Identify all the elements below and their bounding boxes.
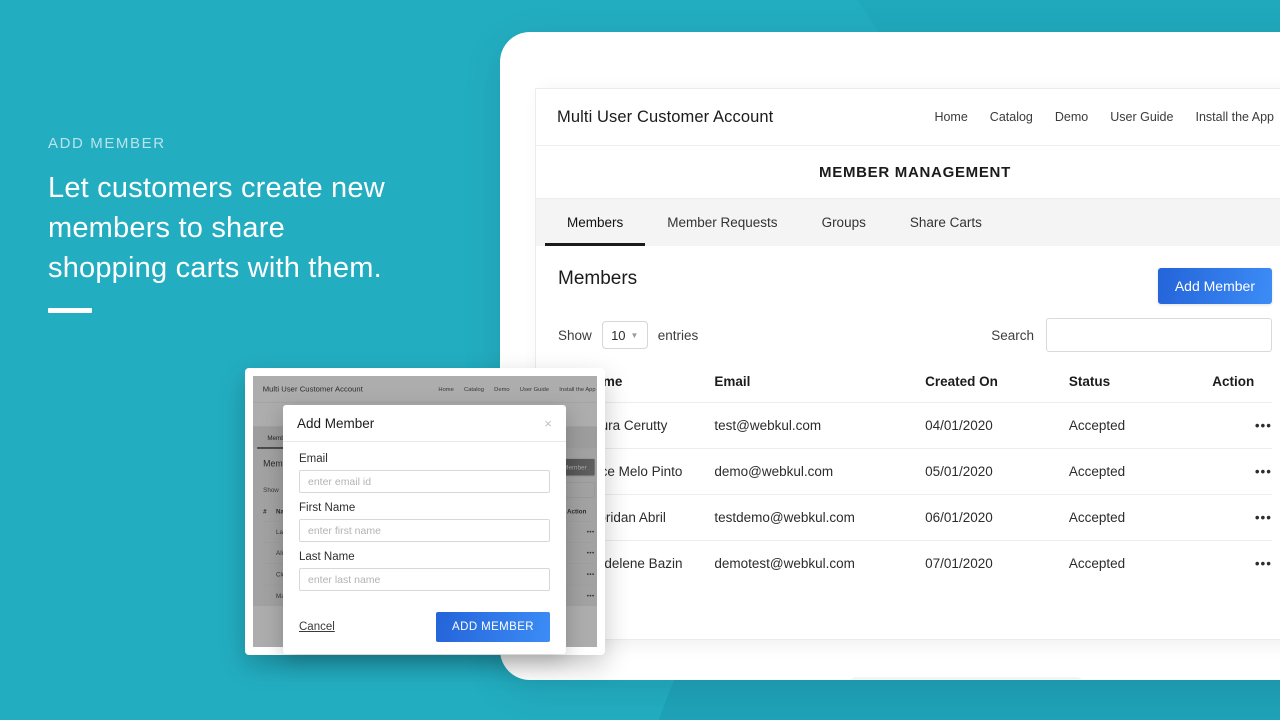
row-action-menu-icon[interactable]: ••• bbox=[1212, 448, 1272, 495]
browser-card: Multi User Customer Account Home Catalog… bbox=[535, 88, 1280, 640]
modal-body: Email First Name Last Name Cancel ADD ME… bbox=[283, 442, 566, 654]
app-brand-title: Multi User Customer Account bbox=[557, 107, 774, 126]
nav-link-home[interactable]: Home bbox=[934, 110, 967, 124]
column-header-status: Status bbox=[1068, 374, 1111, 389]
row-action-menu-icon[interactable]: ••• bbox=[1212, 402, 1272, 449]
first-name-field[interactable] bbox=[299, 519, 550, 542]
last-name-field[interactable] bbox=[299, 568, 550, 591]
promo-accent-rule bbox=[48, 308, 92, 313]
nav-link-user-guide[interactable]: User Guide bbox=[1110, 110, 1173, 124]
nav-link-demo[interactable]: Demo bbox=[1055, 110, 1088, 124]
device-frame: Multi User Customer Account Home Catalog… bbox=[500, 32, 1280, 680]
search-label: Search bbox=[991, 327, 1034, 343]
column-header-created: Created On bbox=[925, 374, 998, 389]
table-controls: Show 10 ▼ entries Search bbox=[558, 318, 1272, 352]
members-table-body: Laura Cerutty test@webkul.com 04/01/2020… bbox=[558, 402, 1272, 586]
cell-email: demo@webkul.com bbox=[714, 448, 926, 495]
email-field-label: Email bbox=[299, 453, 328, 465]
modal-header: Add Member × bbox=[283, 405, 566, 442]
table-header-row: # Name Email Created On Status Action bbox=[558, 374, 1272, 403]
cell-created: 07/01/2020 bbox=[925, 540, 1069, 586]
show-label: Show bbox=[558, 327, 592, 343]
row-action-menu-icon[interactable]: ••• bbox=[1212, 540, 1272, 586]
column-header-action: Action bbox=[1212, 374, 1255, 389]
top-navigation: Multi User Customer Account Home Catalog… bbox=[536, 89, 1280, 146]
promo-headline: Let customers create new members to shar… bbox=[48, 172, 385, 284]
entries-value: 10 bbox=[611, 327, 626, 343]
entries-label: entries bbox=[657, 327, 699, 343]
members-content: Members Add Member Show 10 ▼ entries Sea… bbox=[536, 246, 1280, 586]
tab-member-requests[interactable]: Member Requests bbox=[645, 199, 799, 246]
page-title: MEMBER MANAGEMENT bbox=[819, 163, 1011, 181]
submit-add-member-button[interactable]: ADD MEMBER bbox=[436, 612, 550, 642]
cell-created: 05/01/2020 bbox=[925, 448, 1069, 495]
cell-email: test@webkul.com bbox=[714, 402, 926, 449]
content-header: Members Add Member bbox=[558, 268, 1272, 304]
table-row[interactable]: Laura Cerutty test@webkul.com 04/01/2020… bbox=[558, 402, 1272, 449]
cancel-button[interactable]: Cancel bbox=[299, 621, 335, 633]
entries-per-page-select[interactable]: 10 ▼ bbox=[601, 321, 648, 349]
nav-links: Home Catalog Demo User Guide Install the… bbox=[934, 110, 1274, 124]
modal-title: Add Member bbox=[297, 415, 375, 431]
tab-bar: Members Member Requests Groups Share Car… bbox=[536, 198, 1280, 246]
members-table: # Name Email Created On Status Action La… bbox=[558, 374, 1272, 586]
promo-panel: ADD MEMBER Let customers create new memb… bbox=[48, 135, 468, 313]
section-title: Members bbox=[558, 268, 638, 289]
cell-created: 04/01/2020 bbox=[925, 402, 1069, 449]
cell-status: Accepted bbox=[1068, 402, 1213, 449]
members-table-header: # Name Email Created On Status Action bbox=[558, 374, 1272, 403]
first-name-field-label: First Name bbox=[299, 502, 356, 514]
add-member-button[interactable]: Add Member bbox=[1157, 268, 1272, 304]
search-input[interactable] bbox=[1046, 318, 1272, 352]
cell-email: testdemo@webkul.com bbox=[714, 494, 926, 541]
table-row[interactable]: Cloridan Abril testdemo@webkul.com 06/01… bbox=[558, 494, 1272, 541]
close-icon[interactable]: × bbox=[544, 417, 552, 430]
tab-share-carts[interactable]: Share Carts bbox=[888, 199, 1004, 246]
last-name-field-label: Last Name bbox=[299, 551, 355, 563]
cell-email: demotest@webkul.com bbox=[714, 540, 926, 586]
cell-status: Accepted bbox=[1068, 540, 1213, 586]
chevron-down-icon: ▼ bbox=[630, 330, 639, 340]
nav-link-install-app[interactable]: Install the App bbox=[1195, 110, 1274, 124]
column-header-email: Email bbox=[714, 374, 751, 389]
nav-link-catalog[interactable]: Catalog bbox=[990, 110, 1033, 124]
add-member-modal: Add Member × Email First Name Last Name … bbox=[283, 405, 566, 654]
table-row[interactable]: Alice Melo Pinto demo@webkul.com 05/01/2… bbox=[558, 448, 1272, 495]
modal-footer: Cancel ADD MEMBER bbox=[299, 612, 550, 642]
search-area: Search bbox=[991, 318, 1272, 352]
cell-status: Accepted bbox=[1068, 494, 1213, 541]
cell-created: 06/01/2020 bbox=[925, 494, 1069, 541]
cell-status: Accepted bbox=[1068, 448, 1213, 495]
tab-members[interactable]: Members bbox=[545, 199, 646, 246]
promo-eyebrow: ADD MEMBER bbox=[48, 135, 166, 152]
row-action-menu-icon[interactable]: ••• bbox=[1212, 494, 1272, 541]
device-home-indicator bbox=[850, 677, 1082, 680]
email-field[interactable] bbox=[299, 470, 550, 493]
tab-groups[interactable]: Groups bbox=[800, 199, 888, 246]
table-row[interactable]: Madelene Bazin demotest@webkul.com 07/01… bbox=[558, 540, 1272, 586]
